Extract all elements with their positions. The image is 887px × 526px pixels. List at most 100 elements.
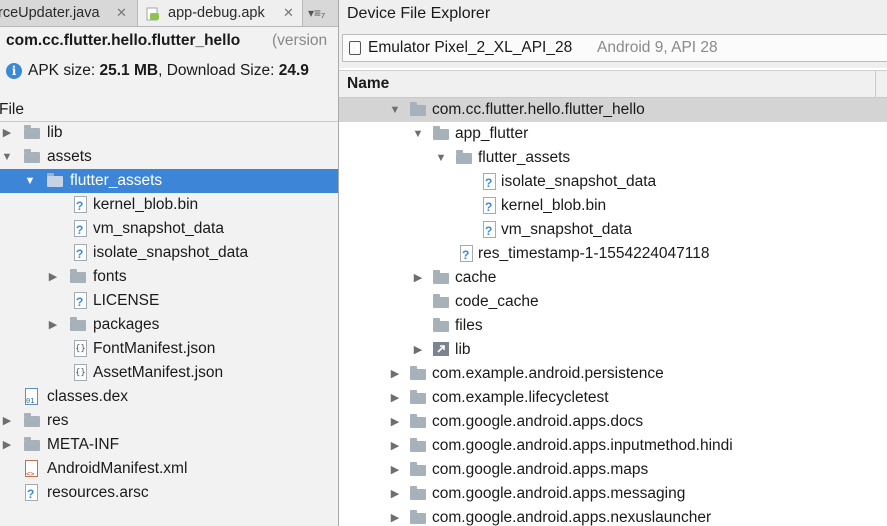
close-icon[interactable]: ✕ — [283, 0, 294, 26]
unknown-file-icon: ? — [74, 220, 87, 237]
device-item-label: com.example.lifecycletest — [432, 389, 609, 406]
device-item-android-persistence[interactable]: ▶ com.example.android.persistence — [339, 362, 887, 386]
expand-arrow-icon[interactable]: ▶ — [1, 121, 13, 145]
unknown-file-icon: ? — [74, 244, 87, 261]
tree-item-label: vm_snapshot_data — [93, 220, 224, 237]
folder-icon — [70, 317, 86, 331]
tree-item-lib[interactable]: ▶ lib — [0, 121, 338, 145]
tree-item-label: isolate_snapshot_data — [93, 244, 249, 261]
expand-arrow-icon[interactable]: ▶ — [412, 338, 424, 362]
collapse-arrow-icon[interactable]: ▼ — [24, 169, 36, 193]
folder-icon — [70, 269, 86, 283]
collapse-arrow-icon[interactable]: ▼ — [1, 145, 13, 169]
device-item-isolate-snapshot[interactable]: ? isolate_snapshot_data — [339, 170, 887, 194]
json-file-icon: {} — [74, 340, 87, 357]
tree-item-label: kernel_blob.bin — [93, 196, 199, 213]
tree-item-font-manifest[interactable]: {} FontManifest.json — [0, 337, 338, 361]
explorer-title-bar: Device File Explorer — [339, 0, 887, 30]
device-item-lib[interactable]: ▶ lib — [339, 338, 887, 362]
tree-item-label: lib — [47, 124, 63, 141]
download-size-label: , Download Size: — [158, 62, 279, 79]
tree-item-res[interactable]: ▶ res — [0, 409, 338, 433]
apk-size-text: APK size: 25.1 MB, Download Size: 24.9 — [28, 59, 309, 83]
device-item-label: cache — [455, 269, 497, 286]
device-item-label: app_flutter — [455, 125, 529, 142]
device-item-label: lib — [455, 341, 471, 358]
device-item-code-cache[interactable]: code_cache — [339, 290, 887, 314]
expand-arrow-icon[interactable]: ▶ — [389, 458, 401, 482]
tree-item-label: FontManifest.json — [93, 340, 216, 357]
device-item-apps-docs[interactable]: ▶ com.google.android.apps.docs — [339, 410, 887, 434]
device-item-flutter-assets[interactable]: ▼ flutter_assets — [339, 146, 887, 170]
expand-arrow-icon[interactable]: ▶ — [1, 409, 13, 433]
folder-icon — [24, 149, 40, 163]
expand-arrow-icon[interactable]: ▶ — [389, 506, 401, 526]
device-item-inputmethod-hindi[interactable]: ▶ com.google.android.apps.inputmethod.hi… — [339, 434, 887, 458]
apk-title-row: com.cc.flutter.hello.flutter_hello (vers… — [0, 29, 338, 53]
device-item-flutter-hello[interactable]: ▼ com.cc.flutter.hello.flutter_hello — [339, 98, 887, 122]
collapse-arrow-icon[interactable]: ▼ — [412, 122, 424, 146]
unknown-file-icon: ? — [483, 173, 496, 190]
tab-label: rceUpdater.java — [0, 5, 100, 21]
unknown-file-icon: ? — [74, 196, 87, 213]
device-item-vm-snapshot[interactable]: ? vm_snapshot_data — [339, 218, 887, 242]
tree-item-vm-snapshot[interactable]: ? vm_snapshot_data — [0, 217, 338, 241]
tree-item-label: LICENSE — [93, 292, 160, 309]
expand-arrow-icon[interactable]: ▶ — [389, 386, 401, 410]
tree-item-asset-manifest[interactable]: {} AssetManifest.json — [0, 361, 338, 385]
tree-item-classes-dex[interactable]: 01 classes.dex — [0, 385, 338, 409]
device-item-cache[interactable]: ▶ cache — [339, 266, 887, 290]
device-item-label: kernel_blob.bin — [501, 197, 607, 214]
json-file-icon: {} — [74, 364, 87, 381]
collapse-arrow-icon[interactable]: ▼ — [389, 98, 401, 122]
device-item-kernel-blob[interactable]: ? kernel_blob.bin — [339, 194, 887, 218]
folder-icon — [24, 437, 40, 451]
tree-item-android-manifest[interactable]: <> AndroidManifest.xml — [0, 457, 338, 481]
tree-item-packages[interactable]: ▶ packages — [0, 313, 338, 337]
tab-source-updater[interactable]: rceUpdater.java ✕ — [0, 0, 136, 26]
expand-arrow-icon[interactable]: ▶ — [389, 482, 401, 506]
device-item-app-flutter[interactable]: ▼ app_flutter — [339, 122, 887, 146]
tree-item-meta-inf[interactable]: ▶ META-INF — [0, 433, 338, 457]
expand-arrow-icon[interactable]: ▶ — [412, 266, 424, 290]
expand-arrow-icon[interactable]: ▶ — [389, 434, 401, 458]
tree-item-flutter-assets[interactable]: ▼ flutter_assets — [0, 169, 338, 193]
device-item-nexuslauncher[interactable]: ▶ com.google.android.apps.nexuslauncher — [339, 506, 887, 526]
expand-arrow-icon[interactable]: ▶ — [47, 313, 59, 337]
expand-arrow-icon[interactable]: ▶ — [47, 265, 59, 289]
folder-icon — [410, 510, 426, 524]
tree-item-license[interactable]: ? LICENSE — [0, 289, 338, 313]
file-column-header[interactable]: File — [0, 99, 338, 122]
expand-arrow-icon[interactable]: ▶ — [389, 362, 401, 386]
expand-arrow-icon[interactable]: ▶ — [389, 410, 401, 434]
tree-item-label: AssetManifest.json — [93, 364, 224, 381]
tab-overflow-menu[interactable]: ▾≡₇ — [304, 0, 339, 26]
tree-item-isolate-snapshot[interactable]: ? isolate_snapshot_data — [0, 241, 338, 265]
device-item-apps-messaging[interactable]: ▶ com.google.android.apps.messaging — [339, 482, 887, 506]
download-size-value: 24.9 — [278, 62, 309, 79]
device-item-apps-maps[interactable]: ▶ com.google.android.apps.maps — [339, 458, 887, 482]
device-selector-dropdown[interactable]: Emulator Pixel_2_XL_API_28 Android 9, AP… — [342, 34, 887, 62]
tree-item-resources-arsc[interactable]: ? resources.arsc — [0, 481, 338, 505]
device-item-res-timestamp[interactable]: ? res_timestamp-1-1554224047118 — [339, 242, 887, 266]
name-column-header[interactable]: Name — [339, 70, 887, 98]
tree-item-kernel-blob[interactable]: ? kernel_blob.bin — [0, 193, 338, 217]
tree-item-fonts[interactable]: ▶ fonts — [0, 265, 338, 289]
device-item-files[interactable]: files — [339, 314, 887, 338]
dex-file-icon: 01 — [25, 388, 38, 405]
tree-item-label: res — [47, 412, 69, 429]
device-item-lifecycletest[interactable]: ▶ com.example.lifecycletest — [339, 386, 887, 410]
folder-icon — [24, 125, 40, 139]
symlink-folder-icon — [433, 342, 449, 356]
device-item-label: com.example.android.persistence — [432, 365, 664, 382]
tab-app-debug-apk[interactable]: app-debug.apk ✕ — [137, 0, 303, 26]
editor-tab-bar: rceUpdater.java ✕ app-debug.apk ✕ ▾≡₇ — [0, 0, 339, 27]
device-phone-icon — [349, 41, 361, 55]
close-icon[interactable]: ✕ — [116, 0, 127, 26]
tree-item-assets[interactable]: ▼ assets — [0, 145, 338, 169]
collapse-arrow-icon[interactable]: ▼ — [435, 146, 447, 170]
column-resize-handle[interactable] — [875, 71, 876, 97]
info-icon: i — [6, 63, 22, 79]
explorer-title: Device File Explorer — [347, 5, 491, 22]
expand-arrow-icon[interactable]: ▶ — [1, 433, 13, 457]
